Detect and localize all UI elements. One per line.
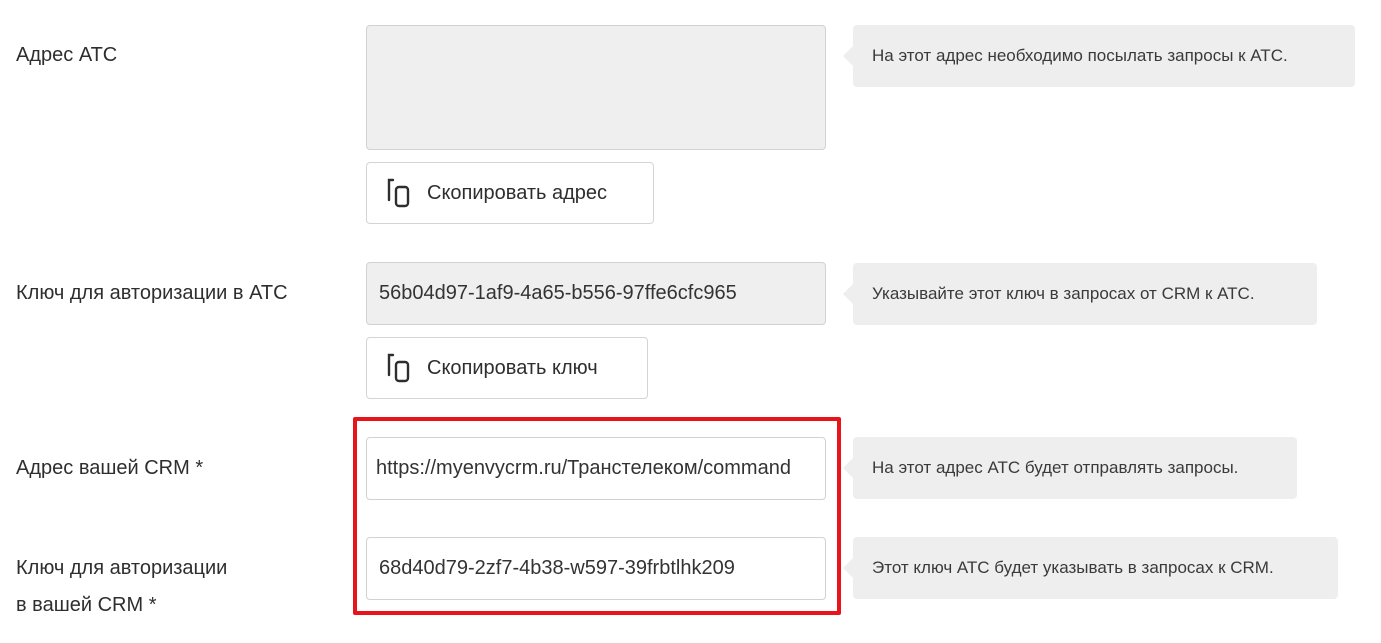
copy-key-button-label: Скопировать ключ — [427, 356, 598, 379]
crm-address-input[interactable]: https://myenvycrm.ru/Транстелеком/comman… — [366, 437, 826, 500]
crm-key-label-line2-wrap: в вашей CRM * — [16, 587, 157, 624]
crm-key-label-line1: Ключ для авторизации — [16, 557, 228, 579]
crm-key-label: Ключ для авторизации — [16, 550, 227, 587]
crm-key-label-line2: в вашей CRM * — [16, 594, 157, 616]
pbx-key-field[interactable]: 56b04d97-1af9-4a65-b556-97ffe6cfc965 — [366, 262, 826, 325]
pbx-key-hint: Указывайте этот ключ в запросах от CRM к… — [843, 263, 1317, 325]
copy-icon — [385, 351, 413, 385]
copy-address-button-label: Скопировать адрес — [427, 181, 608, 204]
copy-key-button[interactable]: Скопировать ключ — [366, 337, 648, 399]
crm-address-label: Адрес вашей CRM * — [16, 457, 204, 479]
copy-icon — [385, 176, 413, 210]
crm-key-input[interactable]: 68d40d79-2zf7-4b38-w597-39frbtlhk209 — [366, 537, 826, 600]
pbx-address-label: Адрес АТС — [16, 44, 118, 66]
crm-address-hint: На этот адрес АТС будет отправлять запро… — [843, 437, 1297, 499]
pbx-address-field[interactable] — [366, 25, 826, 150]
copy-address-button[interactable]: Скопировать адрес — [366, 162, 654, 224]
pbx-key-label: Ключ для авторизации в АТС — [16, 282, 288, 304]
crm-key-hint: Этот ключ АТС будет указывать в запросах… — [843, 537, 1338, 599]
pbx-address-hint: На этот адрес необходимо посылать запрос… — [843, 25, 1355, 87]
